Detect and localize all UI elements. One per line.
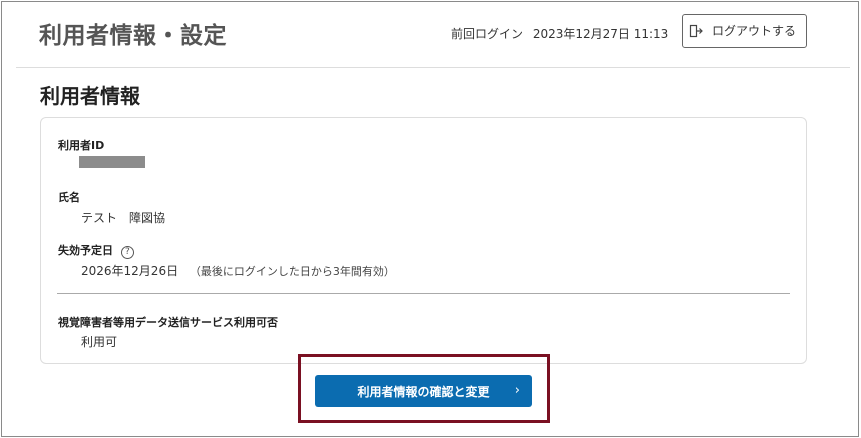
last-login-label: 前回ログイン [451,27,524,41]
last-login-datetime: 2023年12月27日 11:13 [532,27,669,41]
header-divider [16,67,850,68]
user-id-masked-value [79,156,145,168]
card-divider [57,293,790,294]
name-label: 氏名 [58,191,80,204]
confirm-change-button[interactable]: 利用者情報の確認と変更 › [315,375,532,407]
service-value: 利用可 [81,335,118,349]
expiry-value: 2026年12月26日 [81,264,179,278]
page-title: 利用者情報・設定 [39,23,227,49]
logout-button[interactable]: ログアウトする [682,14,807,48]
user-id-label: 利用者ID [58,139,105,152]
page-frame: 利用者情報・設定 前回ログイン 2023年12月27日 11:13 ログアウトす… [1,1,859,437]
section-title: 利用者情報 [40,84,140,108]
logout-label: ログアウトする [711,24,796,38]
user-info-card: 利用者ID 氏名 テスト 障図協 失効予定日 ? 2026年12月26日 （最後… [40,117,807,364]
expiry-label-row: 失効予定日 ? [58,242,134,259]
last-login: 前回ログイン 2023年12月27日 11:13 [451,25,668,42]
service-label: 視覚障害者等用データ送信サービス利用可否 [58,316,278,329]
chevron-right-icon: › [514,383,520,398]
confirm-change-label: 利用者情報の確認と変更 [357,384,490,399]
logout-icon [689,24,703,38]
expiry-value-row: 2026年12月26日 （最後にログインした日から3年間有効） [81,262,395,279]
help-question-icon[interactable]: ? [120,246,134,259]
name-value: テスト 障図協 [81,211,166,225]
expiry-label: 失効予定日 [58,244,113,257]
expiry-note: （最後にログインした日から3年間有効） [189,265,395,278]
